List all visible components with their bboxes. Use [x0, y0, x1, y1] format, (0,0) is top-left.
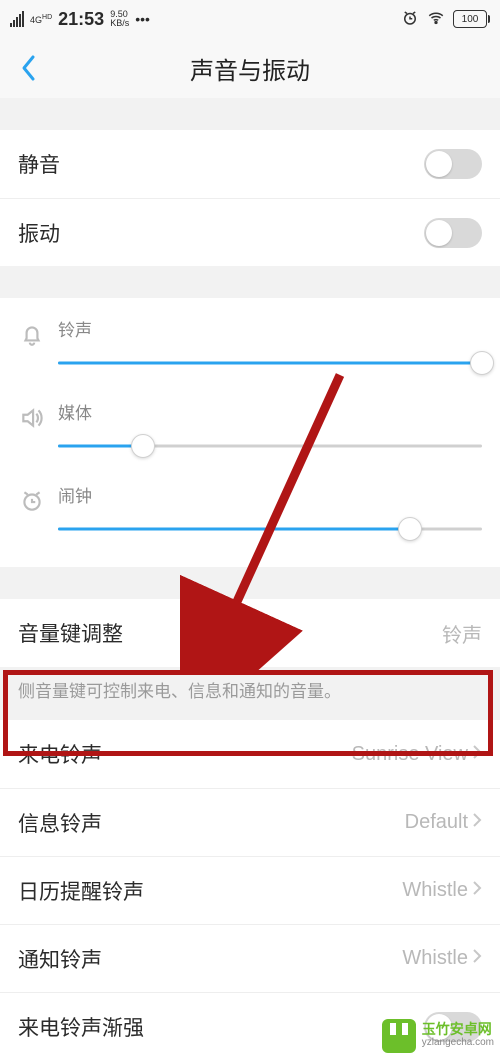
alarm-slider[interactable]: [58, 517, 482, 541]
chevron-right-icon: [472, 743, 482, 766]
gradual-ringtone-label: 来电铃声渐强: [18, 1012, 144, 1042]
incoming-ringtone-row[interactable]: 来电铃声 Sunrise View: [0, 720, 500, 788]
notify-ringtone-value: Whistle: [402, 947, 468, 970]
status-time: 21:53: [58, 9, 104, 30]
signal-bars-icon: [10, 11, 24, 27]
notify-ringtone-row[interactable]: 通知铃声 Whistle: [0, 924, 500, 992]
battery-level: 100: [453, 10, 487, 28]
calendar-ringtone-label: 日历提醒铃声: [18, 876, 144, 906]
silent-row[interactable]: 静音: [0, 130, 500, 198]
calendar-ringtone-value: Whistle: [402, 879, 468, 902]
notify-ringtone-label: 通知铃声: [18, 944, 102, 974]
media-slider[interactable]: [58, 434, 482, 458]
ringtone-volume-label: 铃声: [58, 316, 482, 341]
message-ringtone-value: Default: [405, 811, 468, 834]
page-header: 声音与振动: [0, 38, 500, 98]
wifi-icon: [427, 9, 445, 30]
message-ringtone-row[interactable]: 信息铃声 Default: [0, 788, 500, 856]
incoming-ringtone-value: Sunrise View: [352, 743, 468, 766]
media-volume-item: 媒体: [12, 391, 482, 474]
network-type: 4GHD: [30, 13, 52, 25]
media-volume-label: 媒体: [58, 399, 482, 424]
alarm-clock-icon: [12, 482, 52, 514]
vibrate-row[interactable]: 振动: [0, 198, 500, 266]
watermark: 玉竹安卓网 yzlangecha.com: [376, 1015, 500, 1057]
chevron-right-icon: [472, 811, 482, 834]
message-ringtone-label: 信息铃声: [18, 808, 102, 838]
speaker-icon: [12, 399, 52, 431]
silent-toggle[interactable]: [424, 149, 482, 179]
volume-key-hint: 侧音量键可控制来电、信息和通知的音量。: [0, 667, 500, 720]
vibrate-toggle[interactable]: [424, 218, 482, 248]
volume-key-row[interactable]: 音量键调整 铃声: [0, 599, 500, 667]
silent-label: 静音: [18, 149, 60, 179]
ringtone-volume-item: 铃声: [12, 308, 482, 391]
incoming-ringtone-label: 来电铃声: [18, 739, 102, 769]
alarm-volume-label: 闹钟: [58, 482, 482, 507]
watermark-logo-icon: [382, 1019, 416, 1053]
net-speed: 9.50KB/s: [110, 10, 129, 28]
watermark-url: yzlangecha.com: [422, 1036, 494, 1050]
calendar-ringtone-row[interactable]: 日历提醒铃声 Whistle: [0, 856, 500, 924]
chevron-right-icon: [472, 879, 482, 902]
page-title: 声音与振动: [190, 51, 310, 86]
volume-key-value: 铃声: [442, 619, 482, 648]
volume-key-label: 音量键调整: [18, 618, 123, 648]
watermark-name: 玉竹安卓网: [422, 1022, 494, 1036]
volume-group: 铃声 媒体 闹钟: [0, 298, 500, 567]
battery-icon: 100: [453, 10, 490, 28]
back-button[interactable]: [14, 53, 44, 83]
status-bar: 4GHD 21:53 9.50KB/s ••• 100: [0, 0, 500, 38]
chevron-right-icon: [472, 947, 482, 970]
alarm-volume-item: 闹钟: [12, 474, 482, 557]
ringtone-slider[interactable]: [58, 351, 482, 375]
vibrate-label: 振动: [18, 218, 60, 248]
alarm-status-icon: [401, 9, 419, 30]
bell-icon: [12, 316, 52, 348]
more-dots-icon: •••: [135, 11, 150, 27]
